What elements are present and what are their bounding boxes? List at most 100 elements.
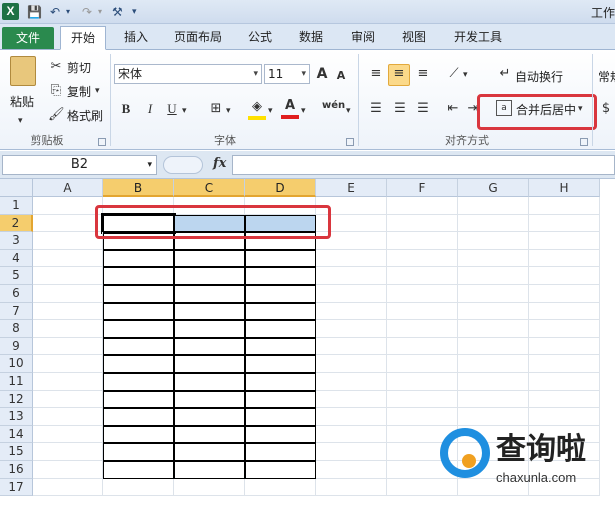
row-header-12[interactable]: 12 bbox=[0, 390, 33, 409]
cell-d4[interactable] bbox=[245, 249, 316, 268]
formula-input[interactable] bbox=[232, 155, 615, 175]
align-middle-icon[interactable]: ≡ bbox=[388, 64, 410, 86]
cell-a2[interactable] bbox=[33, 214, 103, 233]
fill-color-icon[interactable]: ◈ bbox=[248, 98, 266, 120]
row-header-9[interactable]: 9 bbox=[0, 337, 33, 356]
cell-c6[interactable] bbox=[174, 285, 245, 303]
cell-d13[interactable] bbox=[245, 408, 316, 426]
cell-c12[interactable] bbox=[174, 390, 245, 409]
cell-f7[interactable] bbox=[387, 302, 458, 321]
cell-b4[interactable] bbox=[103, 249, 174, 268]
row-header-4[interactable]: 4 bbox=[0, 249, 33, 268]
chevron-down-icon[interactable]: ▾ bbox=[253, 65, 258, 83]
cell-d12[interactable] bbox=[245, 390, 316, 409]
tab-page-layout[interactable]: 页面布局 bbox=[168, 26, 228, 50]
column-header-f[interactable]: F bbox=[387, 179, 458, 197]
align-left-icon[interactable]: ☰ bbox=[366, 100, 386, 118]
row-header-17[interactable]: 17 bbox=[0, 478, 33, 497]
column-header-g[interactable]: G bbox=[458, 179, 529, 197]
cell-c5[interactable] bbox=[174, 267, 245, 285]
cell-f2[interactable] bbox=[387, 214, 458, 233]
cell-e6[interactable] bbox=[316, 285, 387, 303]
cell-g1[interactable] bbox=[458, 197, 529, 215]
format-painter-button[interactable]: 格式刷 bbox=[67, 107, 103, 124]
cell-e5[interactable] bbox=[316, 267, 387, 285]
cell-c17[interactable] bbox=[174, 478, 245, 497]
format-painter-icon[interactable]: 🖌 bbox=[48, 106, 65, 124]
cell-g7[interactable] bbox=[458, 302, 529, 321]
cell-e15[interactable] bbox=[316, 443, 387, 461]
column-header-e[interactable]: E bbox=[316, 179, 387, 197]
accounting-format-icon[interactable]: $ bbox=[598, 100, 614, 118]
cell-e9[interactable] bbox=[316, 337, 387, 356]
column-header-c[interactable]: C bbox=[174, 179, 245, 197]
bold-button[interactable]: B bbox=[117, 100, 135, 118]
tab-insert[interactable]: 插入 bbox=[116, 26, 156, 50]
shrink-font-icon[interactable]: A bbox=[334, 67, 348, 85]
cell-e17[interactable] bbox=[316, 478, 387, 497]
cell-b14[interactable] bbox=[103, 425, 174, 444]
undo-dropdown-icon[interactable]: ▾ bbox=[66, 4, 70, 20]
cell-c8[interactable] bbox=[174, 320, 245, 338]
chevron-down-icon[interactable]: ▾ bbox=[301, 65, 306, 83]
cell-f12[interactable] bbox=[387, 390, 458, 409]
insert-function-icon[interactable]: fx bbox=[213, 156, 226, 171]
cell-g2[interactable] bbox=[458, 214, 529, 233]
cell-g8[interactable] bbox=[458, 320, 529, 338]
cell-h4[interactable] bbox=[529, 249, 600, 268]
cell-a11[interactable] bbox=[33, 373, 103, 391]
cell-b7[interactable] bbox=[103, 302, 174, 321]
cell-b10[interactable] bbox=[103, 355, 174, 373]
tab-developer[interactable]: 开发工具 bbox=[446, 26, 510, 50]
cell-a13[interactable] bbox=[33, 408, 103, 426]
cell-b17[interactable] bbox=[103, 478, 174, 497]
cell-c16[interactable] bbox=[174, 461, 245, 479]
cell-f10[interactable] bbox=[387, 355, 458, 373]
paste-icon[interactable] bbox=[10, 56, 36, 86]
cell-h7[interactable] bbox=[529, 302, 600, 321]
row-header-5[interactable]: 5 bbox=[0, 267, 33, 285]
select-all-corner[interactable] bbox=[0, 179, 33, 197]
tab-data[interactable]: 数据 bbox=[290, 26, 332, 50]
cell-b12[interactable] bbox=[103, 390, 174, 409]
cell-g11[interactable] bbox=[458, 373, 529, 391]
cell-a15[interactable] bbox=[33, 443, 103, 461]
column-header-d[interactable]: D bbox=[245, 179, 316, 197]
cell-h6[interactable] bbox=[529, 285, 600, 303]
cell-d9[interactable] bbox=[245, 337, 316, 356]
copy-button[interactable]: 复制 bbox=[67, 83, 91, 100]
cell-h1[interactable] bbox=[529, 197, 600, 215]
row-header-3[interactable]: 3 bbox=[0, 232, 33, 250]
cell-e4[interactable] bbox=[316, 249, 387, 268]
cut-button[interactable]: 剪切 bbox=[67, 59, 91, 76]
paste-dropdown-icon[interactable]: ▾ bbox=[18, 112, 23, 130]
font-color-icon[interactable]: A bbox=[281, 97, 299, 119]
row-header-6[interactable]: 6 bbox=[0, 285, 33, 303]
font-launcher-icon[interactable] bbox=[346, 138, 354, 146]
cell-f5[interactable] bbox=[387, 267, 458, 285]
cell-f6[interactable] bbox=[387, 285, 458, 303]
cell-f3[interactable] bbox=[387, 232, 458, 250]
cell-h2[interactable] bbox=[529, 214, 600, 233]
cell-e7[interactable] bbox=[316, 302, 387, 321]
undo-icon[interactable]: ↶ bbox=[50, 4, 60, 20]
cell-a9[interactable] bbox=[33, 337, 103, 356]
column-header-b[interactable]: B bbox=[103, 179, 174, 197]
cell-d5[interactable] bbox=[245, 267, 316, 285]
name-box[interactable]: B2 ▾ bbox=[2, 155, 157, 175]
tab-file[interactable]: 文件 bbox=[2, 27, 54, 49]
cell-g10[interactable] bbox=[458, 355, 529, 373]
cell-b6[interactable] bbox=[103, 285, 174, 303]
cell-c13[interactable] bbox=[174, 408, 245, 426]
cell-c10[interactable] bbox=[174, 355, 245, 373]
redo-icon[interactable]: ↷ bbox=[82, 4, 92, 20]
wrap-text-button[interactable]: 自动换行 bbox=[515, 68, 563, 85]
redo-dropdown-icon[interactable]: ▾ bbox=[98, 4, 102, 20]
cell-a12[interactable] bbox=[33, 390, 103, 409]
column-header-a[interactable]: A bbox=[33, 179, 103, 197]
wrap-text-icon[interactable]: ↵ bbox=[497, 65, 513, 83]
cell-c15[interactable] bbox=[174, 443, 245, 461]
borders-dropdown-icon[interactable]: ▾ bbox=[226, 102, 231, 120]
copy-icon[interactable]: ⎘ bbox=[48, 82, 64, 100]
cell-a16[interactable] bbox=[33, 461, 103, 479]
